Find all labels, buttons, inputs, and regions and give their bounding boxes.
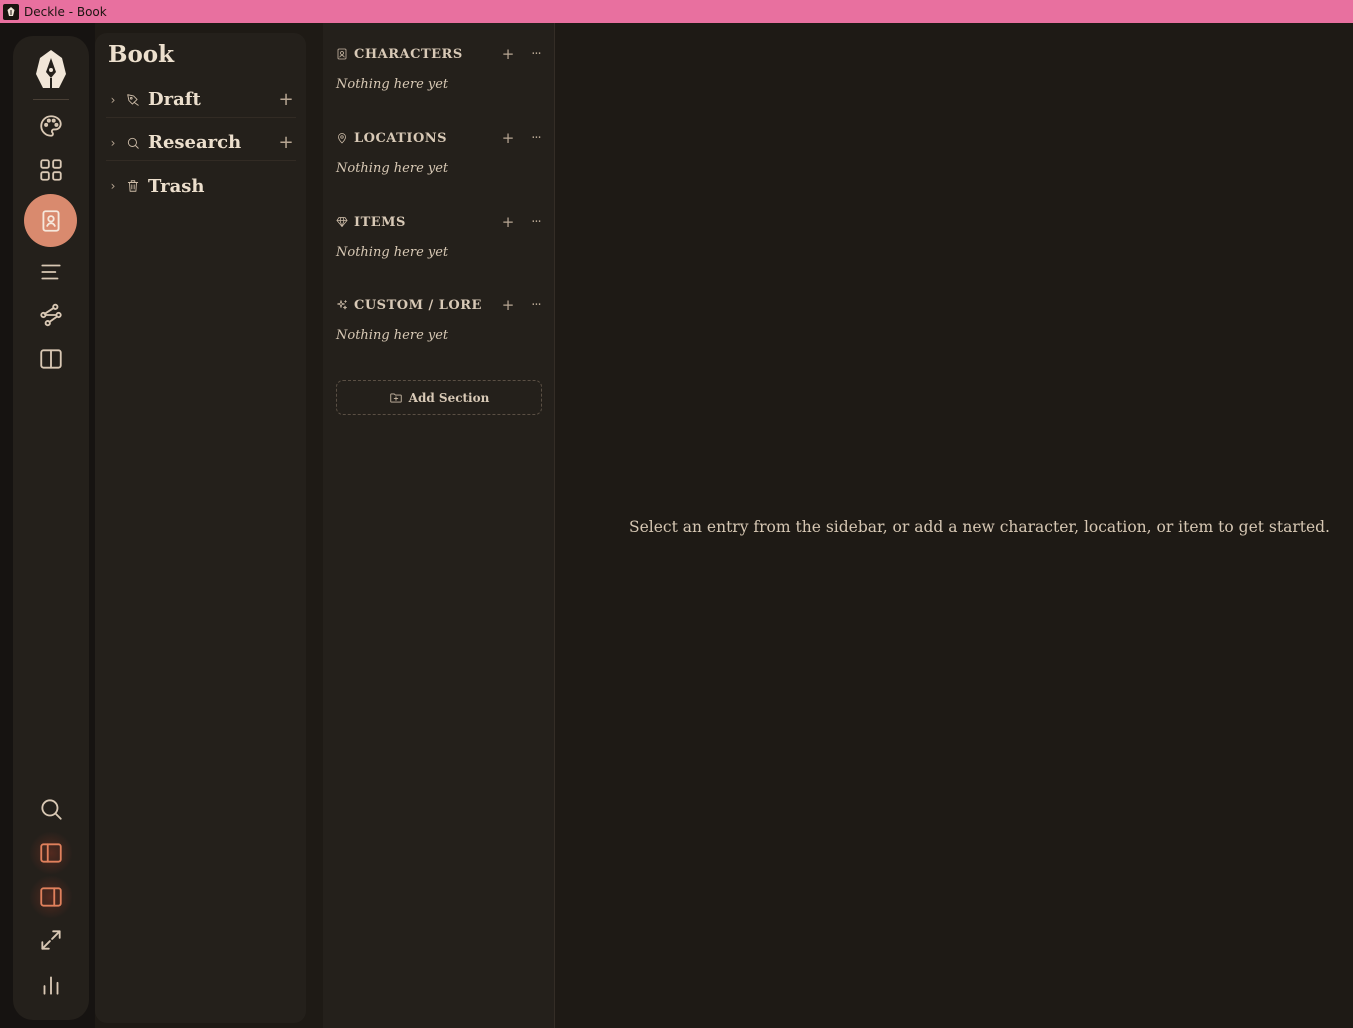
- window-title: Deckle - Book: [24, 4, 107, 19]
- add-button[interactable]: +: [276, 132, 296, 153]
- left-panel-icon[interactable]: [29, 831, 73, 875]
- columns-icon[interactable]: [29, 337, 73, 381]
- timeline-icon[interactable]: [29, 293, 73, 337]
- binder-title: Book: [108, 41, 175, 68]
- section-items: ITEMS + ··· Nothing here yet: [336, 213, 546, 260]
- binder-item-label: Trash: [148, 175, 205, 197]
- stats-icon[interactable]: [29, 963, 73, 1007]
- grid-icon[interactable]: [29, 148, 73, 192]
- sparkles-icon: [336, 298, 350, 312]
- empty-state-text: Nothing here yet: [336, 328, 449, 343]
- chevron-right-icon[interactable]: ›: [106, 179, 120, 193]
- more-options-button[interactable]: ···: [526, 131, 546, 146]
- binder-panel: Book › Draft + › Research + › Trash: [95, 33, 306, 1023]
- search-icon[interactable]: [29, 787, 73, 831]
- expand-icon[interactable]: [29, 918, 73, 962]
- right-panel-icon[interactable]: [29, 875, 73, 919]
- binder-item-trash[interactable]: › Trash: [106, 168, 296, 204]
- more-options-button[interactable]: ···: [526, 47, 546, 62]
- section-title: CHARACTERS: [354, 46, 463, 62]
- section-characters: CHARACTERS + ··· Nothing here yet: [336, 45, 546, 92]
- palette-icon[interactable]: [29, 104, 73, 148]
- add-entry-button[interactable]: +: [498, 45, 518, 63]
- gem-icon: [336, 215, 350, 229]
- chevron-right-icon[interactable]: ›: [106, 136, 120, 150]
- add-entry-button[interactable]: +: [498, 213, 518, 231]
- search-icon: [126, 136, 146, 150]
- codex-sidebar: CHARACTERS + ··· Nothing here yet LOCATI…: [323, 23, 555, 1028]
- empty-state-text: Nothing here yet: [336, 77, 449, 92]
- section-locations: LOCATIONS + ··· Nothing here yet: [336, 129, 546, 176]
- binder-item-research[interactable]: › Research +: [106, 125, 296, 161]
- binder-item-draft[interactable]: › Draft +: [106, 82, 296, 118]
- main-content: Select an entry from the sidebar, or add…: [556, 23, 1353, 1028]
- window-titlebar: Deckle - Book: [0, 0, 1353, 23]
- contact-icon: [336, 47, 350, 61]
- section-title: ITEMS: [354, 214, 406, 230]
- binder-item-label: Research: [148, 132, 242, 153]
- app-logo-icon: [3, 3, 19, 20]
- add-entry-button[interactable]: +: [498, 296, 518, 314]
- more-options-button[interactable]: ···: [526, 298, 546, 313]
- folder-plus-icon: [389, 392, 402, 403]
- empty-state-text: Nothing here yet: [336, 161, 449, 176]
- binder-item-label: Draft: [148, 89, 201, 110]
- add-entry-button[interactable]: +: [498, 129, 518, 147]
- empty-state-text: Nothing here yet: [336, 245, 449, 260]
- more-options-button[interactable]: ···: [526, 215, 546, 230]
- section-custom-lore: CUSTOM / LORE + ··· Nothing here yet: [336, 296, 546, 343]
- section-title: CUSTOM / LORE: [354, 297, 482, 313]
- nav-rail: [13, 36, 89, 1020]
- add-section-button[interactable]: Add Section: [336, 380, 542, 415]
- chevron-right-icon[interactable]: ›: [106, 93, 120, 107]
- add-button[interactable]: +: [276, 89, 296, 110]
- map-pin-icon: [336, 131, 350, 145]
- empty-state-message: Select an entry from the sidebar, or add…: [629, 518, 1330, 536]
- add-section-label: Add Section: [408, 390, 490, 405]
- contact-book-icon[interactable]: [24, 194, 77, 247]
- section-title: LOCATIONS: [354, 130, 448, 146]
- outline-icon[interactable]: [29, 250, 73, 294]
- rail-divider: [33, 99, 69, 100]
- trash-icon: [126, 179, 146, 193]
- pen-nib-logo-icon[interactable]: [27, 46, 75, 94]
- pen-nib-icon: [126, 93, 146, 107]
